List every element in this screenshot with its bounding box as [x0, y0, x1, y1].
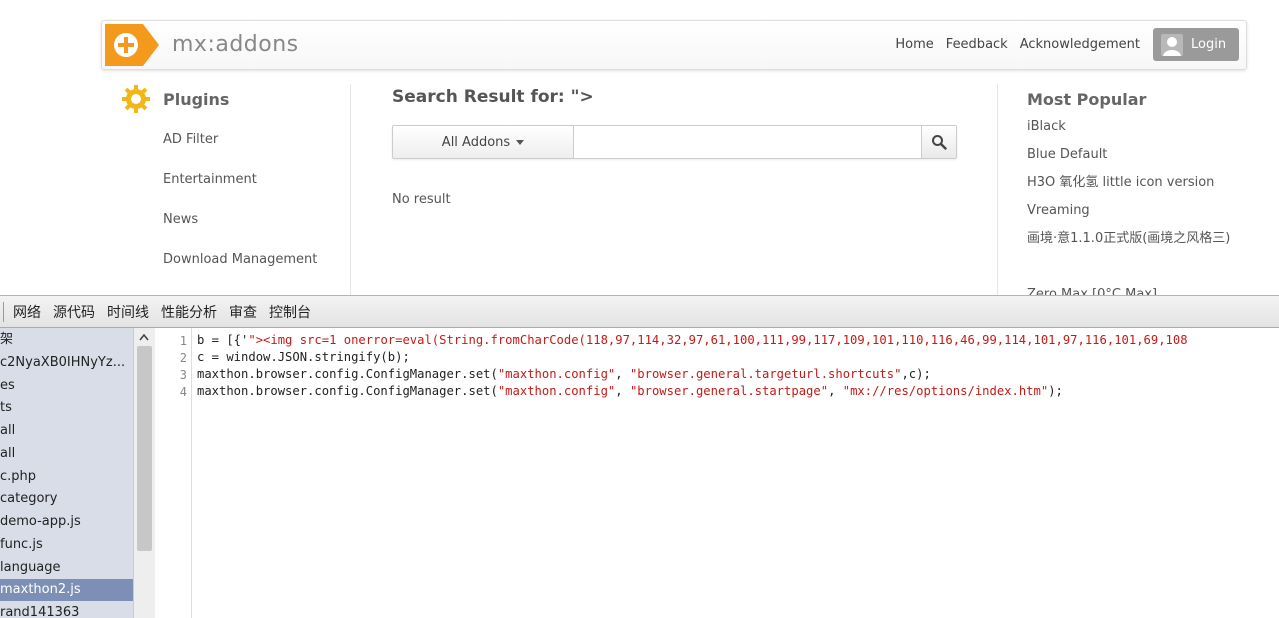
chevron-up-icon[interactable]: [139, 333, 149, 341]
file-item[interactable]: rand141363: [0, 602, 133, 618]
category-entertainment[interactable]: Entertainment: [163, 172, 257, 187]
line-number: 2: [179, 351, 187, 365]
scrollbar-thumb[interactable]: [137, 346, 152, 551]
code-string: "browser.general.targeturl.shortcuts": [629, 367, 902, 381]
file-item-selected[interactable]: maxthon2.js: [0, 579, 133, 601]
site-header: mx:addons Home Feedback Acknowledgement …: [101, 20, 1247, 70]
tab-profiles[interactable]: 性能分析: [161, 302, 217, 322]
file-item[interactable]: 架: [0, 329, 133, 351]
code-line-1: b = [{'"><img src=1 onerror=eval(String.…: [197, 333, 1188, 347]
category-download-management[interactable]: Download Management: [163, 252, 317, 267]
nav-feedback-link[interactable]: Feedback: [946, 37, 1008, 52]
code-string: "mx://res/options/index.htm": [842, 384, 1049, 398]
no-result-text: No result: [392, 192, 451, 207]
code-editor[interactable]: b = [{'"><img src=1 onerror=eval(String.…: [197, 328, 1279, 618]
file-item[interactable]: ts: [0, 397, 133, 419]
file-item[interactable]: all: [0, 443, 133, 465]
code-text: maxthon.browser.config.ConfigManager.set…: [197, 384, 498, 398]
search-button[interactable]: [921, 126, 956, 158]
code-line-4: maxthon.browser.config.ConfigManager.set…: [197, 384, 1063, 398]
code-string: "maxthon.config": [497, 367, 616, 381]
most-popular-panel: Most Popular iBlack Blue Default H3O 氧化氢…: [997, 84, 1279, 295]
file-item[interactable]: es: [0, 375, 133, 397]
code-text: b = [{': [197, 333, 249, 347]
top-nav: Home Feedback Acknowledgement: [883, 37, 1140, 52]
file-item[interactable]: all: [0, 420, 133, 442]
line-number-gutter: 1 2 3 4: [155, 328, 192, 618]
devtools-tabbar: 网络 源代码 时间线 性能分析 审查 控制台: [0, 296, 1279, 328]
tab-timeline[interactable]: 时间线: [107, 302, 149, 322]
file-item[interactable]: language: [0, 557, 133, 579]
code-text: c = window.JSON.stringify(b);: [197, 350, 410, 364]
web-page: mx:addons Home Feedback Acknowledgement …: [0, 0, 1279, 295]
file-item[interactable]: category: [0, 488, 133, 510]
tab-divider: [3, 301, 4, 322]
category-news[interactable]: News: [163, 212, 198, 227]
file-item[interactable]: func.js: [0, 534, 133, 556]
popular-item[interactable]: 画境·意1.1.0正式版(画境之风格三): [1027, 225, 1242, 253]
nav-acknowledgement-link[interactable]: Acknowledgement: [1020, 37, 1140, 52]
user-icon: [1161, 33, 1183, 56]
plugins-sidebar: Plugins AD Filter Entertainment News Dow…: [121, 84, 351, 295]
line-number: 1: [179, 334, 187, 348]
code-line-2: c = window.JSON.stringify(b);: [197, 350, 410, 364]
scope-label: All Addons: [441, 134, 511, 150]
tab-audits[interactable]: 审查: [229, 302, 257, 322]
login-button[interactable]: Login: [1153, 28, 1239, 61]
file-item[interactable]: demo-app.js: [0, 511, 133, 533]
tab-network[interactable]: 网络: [13, 302, 41, 322]
search-input[interactable]: [575, 128, 919, 156]
logo-icon[interactable]: [105, 24, 159, 66]
code-text: maxthon.browser.config.ConfigManager.set…: [197, 367, 498, 381]
file-item[interactable]: c2NyaXB0IHNyYz...: [0, 352, 133, 374]
popular-item[interactable]: Blue Default: [1027, 141, 1242, 169]
code-text: ,c);: [901, 367, 931, 381]
source-file-list: 架 c2NyaXB0IHNyYz... es ts all all c.php …: [0, 328, 133, 618]
tab-sources[interactable]: 源代码: [53, 302, 95, 322]
category-ad-filter[interactable]: AD Filter: [163, 132, 218, 147]
code-string: "maxthon.config": [497, 384, 616, 398]
code-line-3: maxthon.browser.config.ConfigManager.set…: [197, 367, 931, 381]
code-text: );: [1048, 384, 1063, 398]
popular-item[interactable]: Vreaming: [1027, 197, 1242, 225]
search-icon: [932, 135, 947, 150]
code-string: "><img src=1 onerror=eval(String.fromCha…: [248, 333, 1188, 347]
popular-item[interactable]: iBlack: [1027, 113, 1242, 141]
search-result-title: Search Result for: ">: [392, 87, 594, 107]
popular-item[interactable]: Zero Max [0°C Max]: [1027, 281, 1242, 295]
nav-home-link[interactable]: Home: [895, 37, 933, 52]
file-list-scrollbar[interactable]: [133, 328, 155, 618]
chevron-down-icon: [516, 139, 525, 145]
devtools-panel: 网络 源代码 时间线 性能分析 审查 控制台 架 c2NyaXB0IHNyYz.…: [0, 295, 1279, 618]
code-string: "browser.general.startpage": [629, 384, 829, 398]
tab-console[interactable]: 控制台: [269, 302, 311, 322]
code-text: ,: [615, 384, 630, 398]
gear-icon: [122, 85, 150, 113]
popular-item[interactable]: H3O 氧化氢 little icon version: [1027, 169, 1242, 197]
search-bar: All Addons: [392, 125, 957, 159]
plugins-heading: Plugins: [163, 90, 230, 109]
login-label: Login: [1191, 37, 1227, 52]
line-number: 3: [179, 368, 187, 382]
code-text: ,: [615, 367, 630, 381]
line-number: 4: [179, 385, 187, 399]
most-popular-heading: Most Popular: [1027, 90, 1147, 109]
file-item[interactable]: c.php: [0, 466, 133, 488]
code-text: ,: [828, 384, 843, 398]
logo-text[interactable]: mx:addons: [172, 32, 299, 57]
scope-dropdown[interactable]: All Addons: [393, 126, 574, 158]
